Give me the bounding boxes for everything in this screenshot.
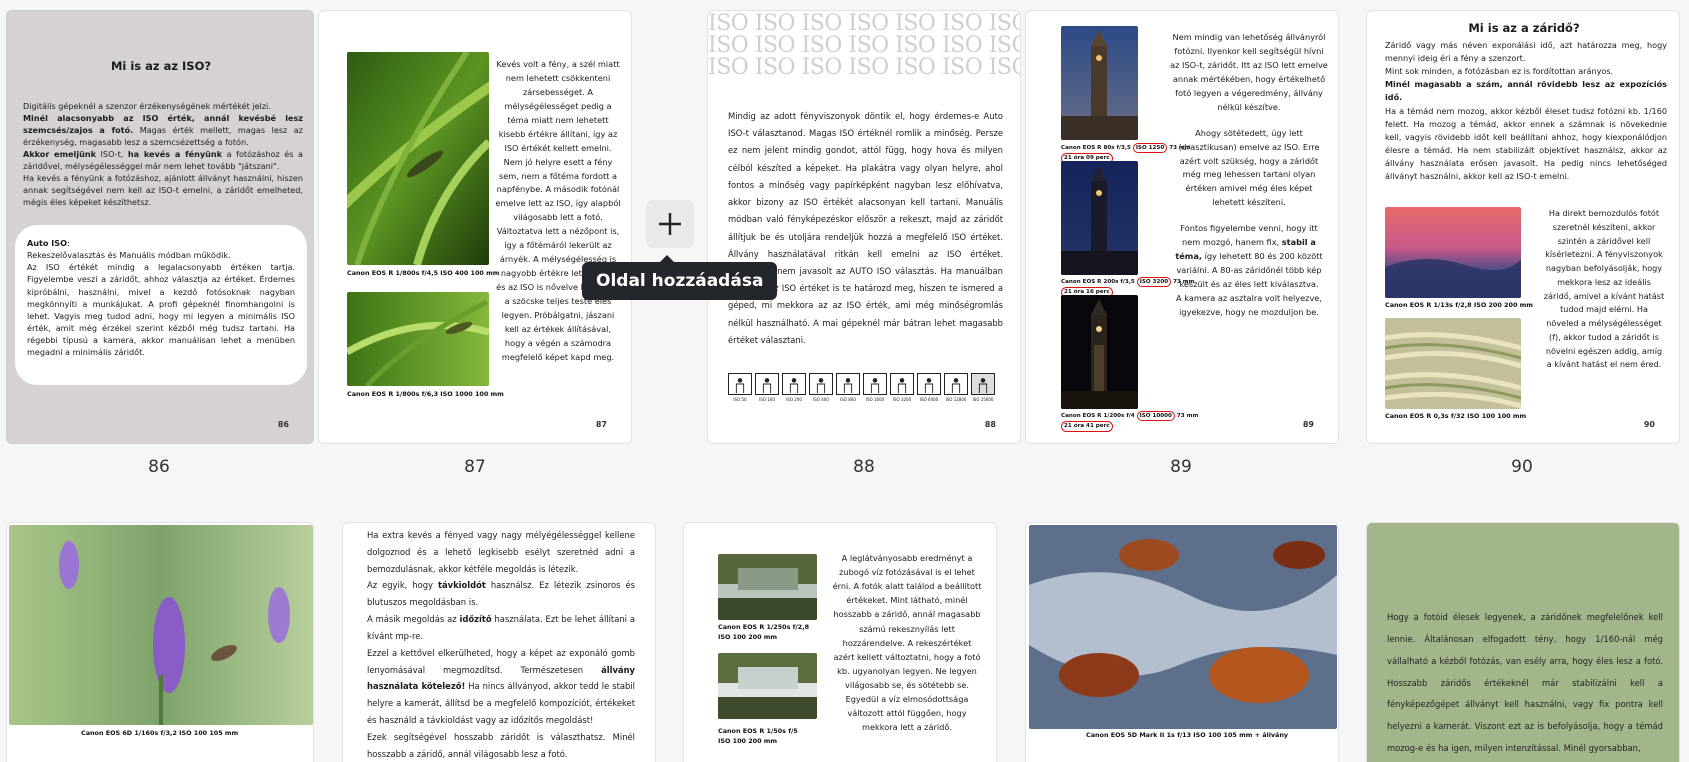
tower-photo-3 — [1061, 295, 1138, 409]
hummingbird-moth-image — [9, 525, 313, 725]
page-87[interactable]: Canon EOS R 1/800s f/4,5 ISO 400 100 mm … — [318, 10, 632, 444]
page-91[interactable]: Canon EOS 6D 1/160s f/3,2 ISO 100 105 mm — [6, 522, 314, 762]
page-93[interactable]: Canon EOS R 1/250s f/2,8 ISO 100 200 mm C… — [683, 522, 997, 762]
page-88-text: Mindig az adott fényviszonyok döntik el,… — [728, 111, 1003, 345]
auto-iso-line1: Rekeszelővalasztás és Manuális módban mű… — [27, 250, 231, 261]
page-91-caption: Canon EOS 6D 1/160s f/3,2 ISO 100 105 mm — [81, 729, 239, 737]
grasshopper-caption-2: Canon EOS R 1/800s f/6,3 ISO 1000 100 mm — [347, 390, 504, 398]
add-page-tooltip: Oldal hozzáadása — [582, 255, 778, 300]
iso-box: ISO 50 — [728, 373, 752, 403]
page-label-88: 88 — [853, 457, 875, 477]
tower-photo-2 — [1061, 161, 1138, 275]
grass-photo — [1385, 318, 1521, 409]
waterfall-image-2 — [718, 653, 817, 719]
page-94-caption: Canon EOS 5D Mark II 1s f/13 ISO 100 105… — [1086, 731, 1289, 739]
page-90[interactable]: Mi is az a záridő? Záridő vagy más néven… — [1366, 10, 1680, 444]
waterfall-caption-2: Canon EOS R 1/50s f/5 ISO 100 200 mm — [718, 727, 798, 745]
page-86[interactable]: Mi is az az ISO? Digitális gépeknél a sz… — [6, 10, 314, 444]
bird-flock-photo — [1385, 207, 1521, 298]
page-93-text: A leglátványosabb eredményt a zubogó víz… — [832, 553, 982, 733]
page-89-number: 89 — [1302, 420, 1314, 429]
page-label-86: 86 — [148, 457, 170, 477]
waterfall-caption-1: Canon EOS R 1/250s f/2,8 ISO 100 200 mm — [718, 623, 810, 641]
iso-box: ISO 200 — [782, 373, 806, 403]
tower-caption-3: Canon EOS R 1/200s f/4 ISO 10000 73 mm 21… — [1061, 411, 1198, 432]
page-89-text: Nem mindig van lehetőség állványról fotó… — [1170, 32, 1328, 317]
grasshopper-photo-1 — [347, 52, 489, 265]
tower-image-1 — [1061, 26, 1138, 140]
page-90-intro: Záridő vagy más néven exponálási idő, az… — [1385, 40, 1667, 182]
grasshopper-image-1 — [347, 52, 489, 265]
iso-box: ISO 1600 — [863, 373, 887, 403]
page-94[interactable]: Canon EOS 5D Mark II 1s f/13 ISO 100 105… — [1025, 522, 1339, 762]
iso-box: ISO 12800 — [944, 373, 968, 403]
iso-box: ISO 25600 — [971, 373, 995, 403]
auto-iso-box: Auto ISO: Rekeszelővalasztás és Manuális… — [15, 225, 307, 385]
iso-box: ISO 400 — [809, 373, 833, 403]
waterfall-photo-1 — [718, 554, 817, 620]
iso-banner: ISO ISO ISO ISO ISO ISO ISO ISO ISO ISO I… — [708, 13, 1021, 79]
grasshopper-photo-2 — [347, 292, 489, 386]
grass-caption: Canon EOS R 0,3s f/32 ISO 100 100 mm — [1385, 412, 1527, 420]
page-label-90: 90 — [1511, 457, 1533, 477]
page-87-text: Kevés volt a fény, a szél miatt nem lehe… — [495, 59, 621, 362]
bird-flock-image — [1385, 207, 1521, 298]
river-leaves-image — [1029, 525, 1337, 729]
page-95-text: Hogy a fotóid élesek legyenek, a záridőn… — [1387, 612, 1663, 754]
page-label-87: 87 — [464, 457, 486, 477]
auto-iso-title: Auto ISO — [27, 238, 67, 248]
page-88-number: 88 — [984, 420, 996, 429]
page-90-title: Mi is az a záridő? — [1468, 21, 1580, 35]
waterfall-photo-2 — [718, 653, 817, 719]
iso-box: ISO 100 — [755, 373, 779, 403]
tower-photo-1 — [1061, 26, 1138, 140]
grasshopper-image-2 — [347, 292, 489, 386]
page-86-number: 86 — [277, 420, 289, 429]
iso-box: ISO 3200 — [890, 373, 914, 403]
page-87-number: 87 — [595, 420, 607, 429]
page-label-89: 89 — [1170, 457, 1192, 477]
add-page-button[interactable] — [646, 200, 694, 248]
plus-icon — [659, 213, 681, 235]
page-95[interactable]: Hogy a fotóid élesek legyenek, a záridőn… — [1366, 522, 1680, 762]
page-90-number: 90 — [1643, 420, 1655, 429]
river-leaves-photo — [1029, 525, 1337, 729]
tower-image-3 — [1061, 295, 1138, 409]
tower-image-2 — [1061, 161, 1138, 275]
grass-image — [1385, 318, 1521, 409]
page-90-side-text: Ha direkt bemozdulós fotót szeretnél kés… — [1543, 208, 1665, 370]
auto-iso-line2: Az ISO értékét mindig a legalacsonyabb é… — [27, 262, 295, 358]
waterfall-image-1 — [718, 554, 817, 620]
page-89[interactable]: Canon EOS R 80s f/3,5 ISO 1250 73 mm 21 ó… — [1025, 10, 1339, 444]
page-overview: Mi is az az ISO? Digitális gépeknél a sz… — [0, 0, 1689, 762]
iso-box: ISO 800 — [836, 373, 860, 403]
iso-scale: ISO 50 ISO 100 ISO 200 ISO 400 ISO 800 ISO 16… — [728, 373, 1018, 405]
page-86-intro: Digitális gépeknél a szenzor érzékenység… — [23, 101, 304, 207]
page-92[interactable]: Ha extra kevés a fényed vagy nagy mélyég… — [342, 522, 656, 762]
grasshopper-caption-1: Canon EOS R 1/800s f/4,5 ISO 400 100 mm — [347, 269, 500, 277]
hummingbird-moth-photo — [9, 525, 313, 725]
page-92-text: Ha extra kevés a fényed vagy nagy mélyég… — [367, 530, 635, 759]
iso-box: ISO 6400 — [917, 373, 941, 403]
bird-flock-caption: Canon EOS R 1/13s f/2,8 ISO 200 200 mm — [1385, 301, 1533, 309]
page-88[interactable]: ISO ISO ISO ISO ISO ISO ISO ISO ISO ISO I… — [707, 10, 1021, 444]
page-86-title: Mi is az az ISO? — [110, 59, 212, 73]
